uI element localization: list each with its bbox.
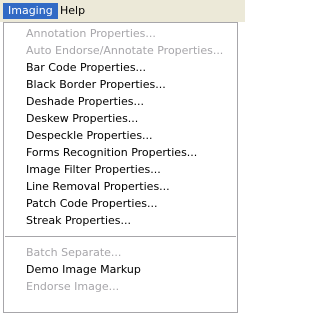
menu-bar: Imaging Help (0, 0, 245, 22)
menu-item-deshade-properties[interactable]: Deshade Properties... (4, 93, 237, 110)
menu-item-deskew-properties[interactable]: Deskew Properties... (4, 110, 237, 127)
imaging-dropdown-menu: Annotation Properties... Auto Endorse/An… (3, 22, 238, 313)
menu-item-demo-image-markup[interactable]: Demo Image Markup (4, 261, 237, 278)
menu-item-patch-code-properties[interactable]: Patch Code Properties... (4, 195, 237, 212)
menu-item-despeckle-properties[interactable]: Despeckle Properties... (4, 127, 237, 144)
menu-item-annotation-properties: Annotation Properties... (26, 27, 156, 40)
menu-item-batch-separate: Batch Separate... (26, 246, 122, 259)
menu-separator (5, 236, 236, 237)
menu-item-streak-properties[interactable]: Streak Properties... (4, 212, 237, 229)
menu-imaging[interactable]: Imaging (3, 3, 58, 19)
menu-item-bar-code-properties[interactable]: Bar Code Properties... (4, 59, 237, 76)
menu-item-forms-recognition-properties[interactable]: Forms Recognition Properties... (4, 144, 237, 161)
menu-item-image-filter-properties[interactable]: Image Filter Properties... (4, 161, 237, 178)
menu-item-auto-endorse-annotate-properties: Auto Endorse/Annotate Properties... (26, 44, 224, 57)
menu-item-endorse-image: Endorse Image... (26, 280, 120, 293)
menu-item-black-border-properties[interactable]: Black Border Properties... (4, 76, 237, 93)
menu-help[interactable]: Help (55, 3, 90, 19)
menu-item-line-removal-properties[interactable]: Line Removal Properties... (4, 178, 237, 195)
